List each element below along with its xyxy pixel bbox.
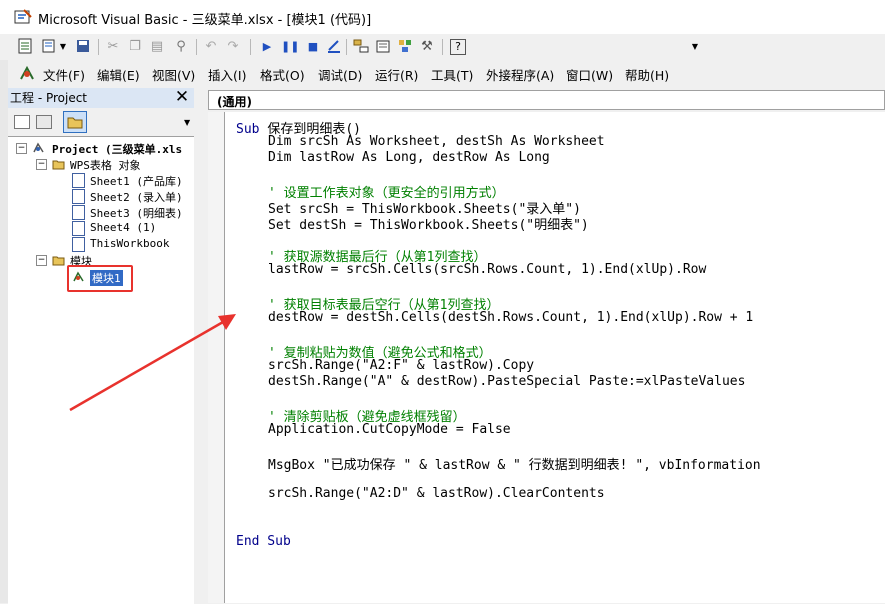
- vba-app-icon: [14, 9, 32, 24]
- menu-bar: 文件(F) 编辑(E) 视图(V) 插入(I) 格式(O) 调试(D) 运行(R…: [0, 60, 885, 86]
- menu-insert[interactable]: 插入(I): [208, 65, 246, 84]
- menu-tools[interactable]: 工具(T): [431, 65, 473, 84]
- excel-vba-icon[interactable]: [18, 64, 36, 82]
- code-line[interactable]: srcSh.Range("A2:F" & lastRow).Copy: [268, 358, 534, 373]
- folder-icon: [52, 160, 65, 170]
- project-explorer-icon[interactable]: [352, 38, 370, 56]
- code-line[interactable]: MsgBox "已成功保存 " & lastRow & " 行数据到明细表! "…: [268, 454, 761, 473]
- menu-window[interactable]: 窗口(W): [566, 65, 613, 84]
- toggle-folders-icon[interactable]: [63, 111, 87, 133]
- code-line[interactable]: Set destSh = ThisWorkbook.Sheets("明细表"): [268, 214, 589, 233]
- tree-sheet2[interactable]: Sheet2 (录入单): [90, 189, 183, 205]
- tree-project-root[interactable]: Project (三级菜单.xls: [52, 141, 182, 157]
- sheet-icon: [72, 189, 85, 204]
- insert-dropdown-icon[interactable]: ▼: [58, 38, 68, 56]
- sheet-icon: [72, 205, 85, 220]
- redo-icon[interactable]: ↷: [224, 38, 242, 56]
- tree-module1[interactable]: 模块1: [90, 270, 123, 286]
- project-pane-toolbar: ▼: [8, 108, 194, 136]
- sheet-icon: [72, 221, 85, 236]
- undo-icon[interactable]: ↶: [202, 38, 220, 56]
- insert-module-icon[interactable]: [40, 38, 58, 56]
- close-icon[interactable]: ✕: [172, 88, 192, 108]
- paste-icon[interactable]: ▤: [148, 38, 166, 56]
- sheet-icon: [72, 173, 85, 188]
- save-icon[interactable]: [74, 38, 92, 56]
- pane-dropdown-icon[interactable]: ▼: [184, 118, 190, 127]
- menu-help[interactable]: 帮助(H): [625, 65, 669, 84]
- project-pane-title: 工程 - Project: [10, 91, 88, 105]
- copy-icon[interactable]: ❐: [126, 38, 144, 56]
- code-line[interactable]: Dim srcSh As Worksheet, destSh As Worksh…: [268, 134, 605, 149]
- help-icon[interactable]: ?: [450, 39, 466, 55]
- menu-view[interactable]: 视图(V): [152, 65, 195, 84]
- title-bar: Microsoft Visual Basic - 三级菜单.xlsx - [模块…: [0, 0, 885, 34]
- menu-edit[interactable]: 编辑(E): [97, 65, 140, 84]
- tree-thisworkbook[interactable]: ThisWorkbook: [90, 237, 169, 250]
- code-line[interactable]: lastRow = srcSh.Cells(srcSh.Rows.Count, …: [268, 262, 706, 277]
- code-line[interactable]: destSh.Range("A" & destRow).PasteSpecial…: [268, 374, 745, 389]
- tree-sheet1[interactable]: Sheet1 (产品库): [90, 173, 183, 189]
- tree-wps-objects[interactable]: WPS表格 对象: [70, 157, 141, 173]
- module-icon: [73, 271, 84, 282]
- cut-icon[interactable]: ✂: [104, 38, 122, 56]
- menu-addins[interactable]: 外接程序(A): [486, 65, 554, 84]
- menu-file[interactable]: 文件(F): [43, 65, 85, 84]
- tree-sheet4[interactable]: Sheet4 (1): [90, 221, 156, 234]
- code-line[interactable]: Dim lastRow As Long, destRow As Long: [268, 150, 550, 165]
- background-window-edge: [0, 60, 8, 603]
- code-line[interactable]: srcSh.Range("A2:D" & lastRow).ClearConte…: [268, 486, 605, 501]
- properties-window-icon[interactable]: [374, 38, 392, 56]
- project-icon: [33, 142, 44, 153]
- code-line[interactable]: Application.CutCopyMode = False: [268, 422, 511, 437]
- code-line[interactable]: destRow = destSh.Cells(destSh.Rows.Count…: [268, 310, 753, 325]
- workbook-icon: [72, 237, 85, 252]
- expand-modules-icon[interactable]: −: [36, 255, 47, 266]
- expand-objects-icon[interactable]: −: [36, 159, 47, 170]
- standard-toolbar: ▼ ✂ ❐ ▤ ⚲ ↶ ↷ ▶ ❚❚ ■ ⚒ ? ▼: [0, 34, 885, 60]
- design-mode-icon[interactable]: [325, 38, 343, 56]
- toolbox-icon[interactable]: ⚒: [418, 38, 436, 56]
- pause-icon[interactable]: ❚❚: [281, 38, 299, 56]
- folder-icon: [52, 256, 65, 266]
- find-icon[interactable]: ⚲: [172, 38, 190, 56]
- toolbar-options-icon[interactable]: ▼: [686, 38, 704, 56]
- expand-root-icon[interactable]: −: [16, 143, 27, 154]
- code-line[interactable]: End Sub: [236, 534, 291, 549]
- object-dropdown-value: (通用): [217, 95, 252, 109]
- tree-sheet3[interactable]: Sheet3 (明细表): [90, 205, 183, 221]
- object-dropdown[interactable]: (通用): [208, 90, 885, 110]
- view-code-icon[interactable]: [14, 115, 30, 129]
- menu-debug[interactable]: 调试(D): [318, 65, 362, 84]
- object-browser-icon[interactable]: [396, 38, 414, 56]
- project-pane-header: 工程 - Project: [8, 88, 194, 108]
- annotation-arrow: [69, 314, 236, 412]
- run-icon[interactable]: ▶: [258, 38, 276, 56]
- menu-run[interactable]: 运行(R): [375, 65, 418, 84]
- menu-format[interactable]: 格式(O): [260, 65, 305, 84]
- window-title: Microsoft Visual Basic - 三级菜单.xlsx - [模块…: [38, 13, 372, 28]
- view-object-icon[interactable]: [36, 115, 52, 129]
- reset-icon[interactable]: ■: [304, 38, 322, 56]
- view-excel-icon[interactable]: [16, 38, 34, 56]
